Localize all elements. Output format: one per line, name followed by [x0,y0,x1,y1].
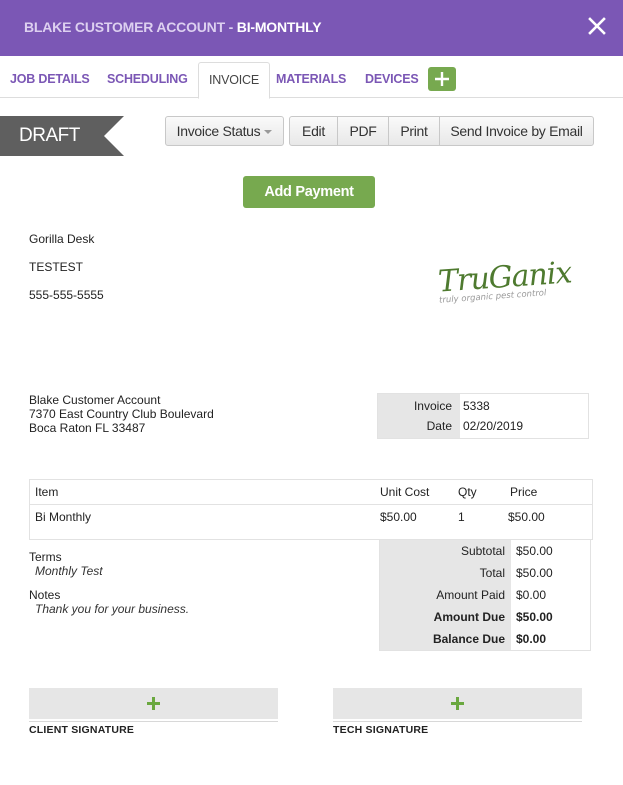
subtotal-label: Subtotal [460,544,505,558]
close-icon[interactable] [587,16,607,36]
notes-value: Thank you for your business. [35,602,190,616]
row-item: Bi Monthly [35,510,92,524]
row-price: $50.00 [508,510,545,524]
tech-signature-button[interactable] [333,688,582,719]
invoice-number-label: Invoice [413,399,452,413]
invoice-number: 5338 [463,399,490,413]
row-unit-cost: $50.00 [380,510,417,524]
edit-button[interactable]: Edit [289,116,338,146]
caret-down-icon [264,130,273,135]
tech-signature-line [333,721,582,722]
tab-bar: JOB DETAILS SCHEDULING INVOICE MATERIALS… [0,56,623,99]
company-phone: 555-555-5555 [29,288,104,302]
send-email-button[interactable]: Send Invoice by Email [439,116,594,146]
client-signature-line [29,721,278,722]
bill-to-city: Boca Raton FL 33487 [29,421,146,435]
plus-icon [147,697,160,710]
plus-icon [451,697,464,710]
row-qty: 1 [458,510,465,524]
invoice-date-label: Date [426,419,452,433]
add-tab-button[interactable] [428,67,456,91]
terms-label: Terms [29,550,62,564]
tab-devices[interactable]: DEVICES [355,62,428,98]
print-button[interactable]: Print [388,116,440,146]
amount-due-label: Amount Due [433,610,505,624]
invoice-status-label: Invoice Status [176,123,261,139]
invoice-meta: Invoice 5338 Date 02/20/2019 [377,393,589,439]
column-header-item: Item [35,485,59,499]
amount-due-value: $50.00 [516,610,553,624]
amount-paid-label: Amount Paid [436,588,505,602]
bill-to-name: Blake Customer Account [29,393,161,407]
plus-icon [435,72,449,86]
status-badge: DRAFT [19,125,80,146]
client-signature-button[interactable] [29,688,278,719]
tab-invoice[interactable]: INVOICE [198,62,270,99]
modal-header: BLAKE CUSTOMER ACCOUNT - BI-MONTHLY [0,0,623,56]
amount-paid-value: $0.00 [516,588,547,602]
bill-to-street: 7370 East Country Club Boulevard [29,407,214,421]
line-items-table: Item Unit Cost Qty Price Bi Monthly $50.… [29,479,593,540]
company-logo: TruGanix truly organic pest control [395,240,585,340]
invoice-date: 02/20/2019 [463,419,524,433]
add-payment-button[interactable]: Add Payment [243,176,375,208]
pdf-button[interactable]: PDF [337,116,389,146]
column-header-price: Price [510,485,538,499]
title-customer: BLAKE CUSTOMER ACCOUNT - [24,19,237,35]
total-value: $50.00 [516,566,553,580]
totals-table: Subtotal $50.00 Total $50.00 Amount Paid… [379,540,591,651]
client-signature-label: CLIENT SIGNATURE [29,724,135,736]
company-line2: TESTEST [29,260,84,274]
total-label: Total [479,566,505,580]
title-service: BI-MONTHLY [236,19,322,35]
terms-value: Monthly Test [35,564,103,578]
column-header-qty: Qty [458,485,477,499]
tab-job-details[interactable]: JOB DETAILS [0,62,100,98]
tab-scheduling[interactable]: SCHEDULING [97,62,198,98]
tab-materials[interactable]: MATERIALS [266,62,356,98]
column-header-unit-cost: Unit Cost [380,485,430,499]
notes-label: Notes [29,588,61,602]
header-divider [30,504,592,505]
modal-title: BLAKE CUSTOMER ACCOUNT - BI-MONTHLY [24,19,322,35]
company-name: Gorilla Desk [29,232,95,246]
balance-due-label: Balance Due [432,632,505,646]
invoice-status-dropdown[interactable]: Invoice Status [165,116,284,146]
balance-due-value: $0.00 [516,632,547,646]
subtotal-value: $50.00 [516,544,553,558]
tech-signature-label: TECH SIGNATURE [333,724,429,736]
